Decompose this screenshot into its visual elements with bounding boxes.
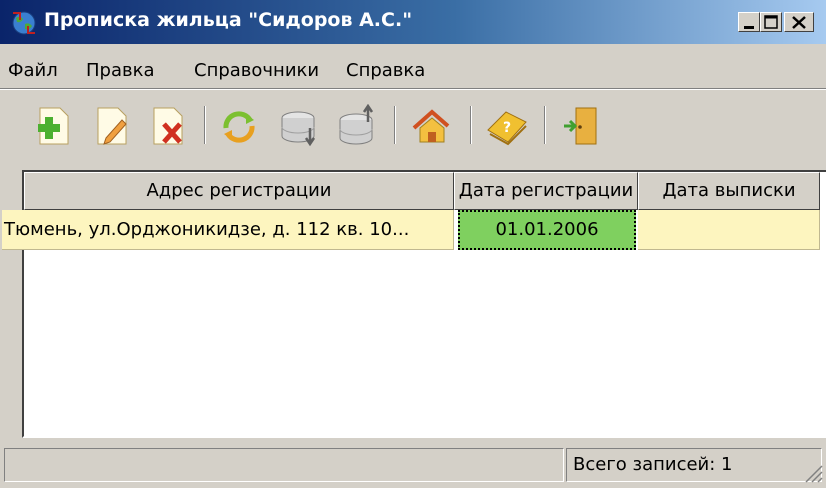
delete-button[interactable] bbox=[146, 104, 192, 150]
minimize-button[interactable] bbox=[738, 12, 760, 32]
status-panel-left bbox=[4, 448, 564, 482]
resize-grip-icon[interactable] bbox=[800, 460, 824, 484]
close-button[interactable] bbox=[784, 12, 814, 32]
toolbar: ? bbox=[0, 90, 826, 160]
toolbar-separator bbox=[470, 106, 472, 144]
status-total-records: Всего записей: 1 bbox=[566, 448, 822, 482]
exit-door-icon bbox=[564, 107, 597, 145]
column-header-address[interactable]: Адрес регистрации bbox=[24, 172, 454, 210]
table-row[interactable]: Тюмень, ул.Орджоникидзе, д. 112 кв. 10..… bbox=[2, 210, 826, 250]
minimize-icon bbox=[744, 26, 754, 29]
menu-edit[interactable]: Правка bbox=[86, 60, 155, 81]
db-import-button[interactable] bbox=[276, 104, 322, 150]
refresh-button[interactable] bbox=[216, 104, 262, 150]
menu-references[interactable]: Справочники bbox=[194, 60, 319, 81]
status-bar: Всего записей: 1 bbox=[0, 444, 826, 486]
cell-checkout-date[interactable] bbox=[638, 210, 820, 250]
maximize-button[interactable] bbox=[760, 12, 782, 32]
delete-record-icon bbox=[153, 107, 183, 145]
menu-bar: Файл Правка Справочники Справка bbox=[0, 44, 826, 84]
window-title: Прописка жильца "Сидоров А.С." bbox=[44, 9, 413, 31]
cell-reg-date[interactable]: 01.01.2006 bbox=[458, 210, 636, 250]
refresh-icon bbox=[223, 111, 255, 143]
add-record-icon bbox=[38, 107, 69, 145]
toolbar-separator bbox=[544, 106, 546, 144]
edit-button[interactable] bbox=[88, 104, 134, 150]
maximize-icon bbox=[764, 15, 778, 29]
column-header-reg-date[interactable]: Дата регистрации bbox=[454, 172, 638, 210]
help-book-icon: ? bbox=[487, 111, 527, 146]
edit-record-icon bbox=[97, 107, 127, 145]
home-icon bbox=[412, 109, 450, 143]
title-bar: Прописка жильца "Сидоров А.С." bbox=[0, 0, 826, 44]
column-header-checkout-date[interactable]: Дата выписки bbox=[638, 172, 820, 210]
menu-help[interactable]: Справка bbox=[346, 60, 425, 81]
svg-text:?: ? bbox=[503, 120, 511, 136]
database-import-icon bbox=[281, 111, 316, 147]
db-export-button[interactable] bbox=[334, 104, 380, 150]
close-icon bbox=[792, 16, 806, 29]
help-button[interactable]: ? bbox=[484, 104, 530, 150]
menu-file[interactable]: Файл bbox=[8, 60, 58, 81]
toolbar-separator bbox=[394, 106, 396, 144]
home-button[interactable] bbox=[408, 104, 454, 150]
toolbar-separator bbox=[204, 106, 206, 144]
database-export-icon bbox=[339, 104, 374, 145]
grid-header: Адрес регистрации Дата регистрации Дата … bbox=[24, 172, 826, 210]
registration-grid[interactable]: Адрес регистрации Дата регистрации Дата … bbox=[2, 170, 826, 438]
cell-address[interactable]: Тюмень, ул.Орджоникидзе, д. 112 кв. 10..… bbox=[2, 210, 454, 250]
add-button[interactable] bbox=[32, 104, 78, 150]
exit-button[interactable] bbox=[560, 104, 606, 150]
app-globe-icon bbox=[10, 10, 38, 36]
